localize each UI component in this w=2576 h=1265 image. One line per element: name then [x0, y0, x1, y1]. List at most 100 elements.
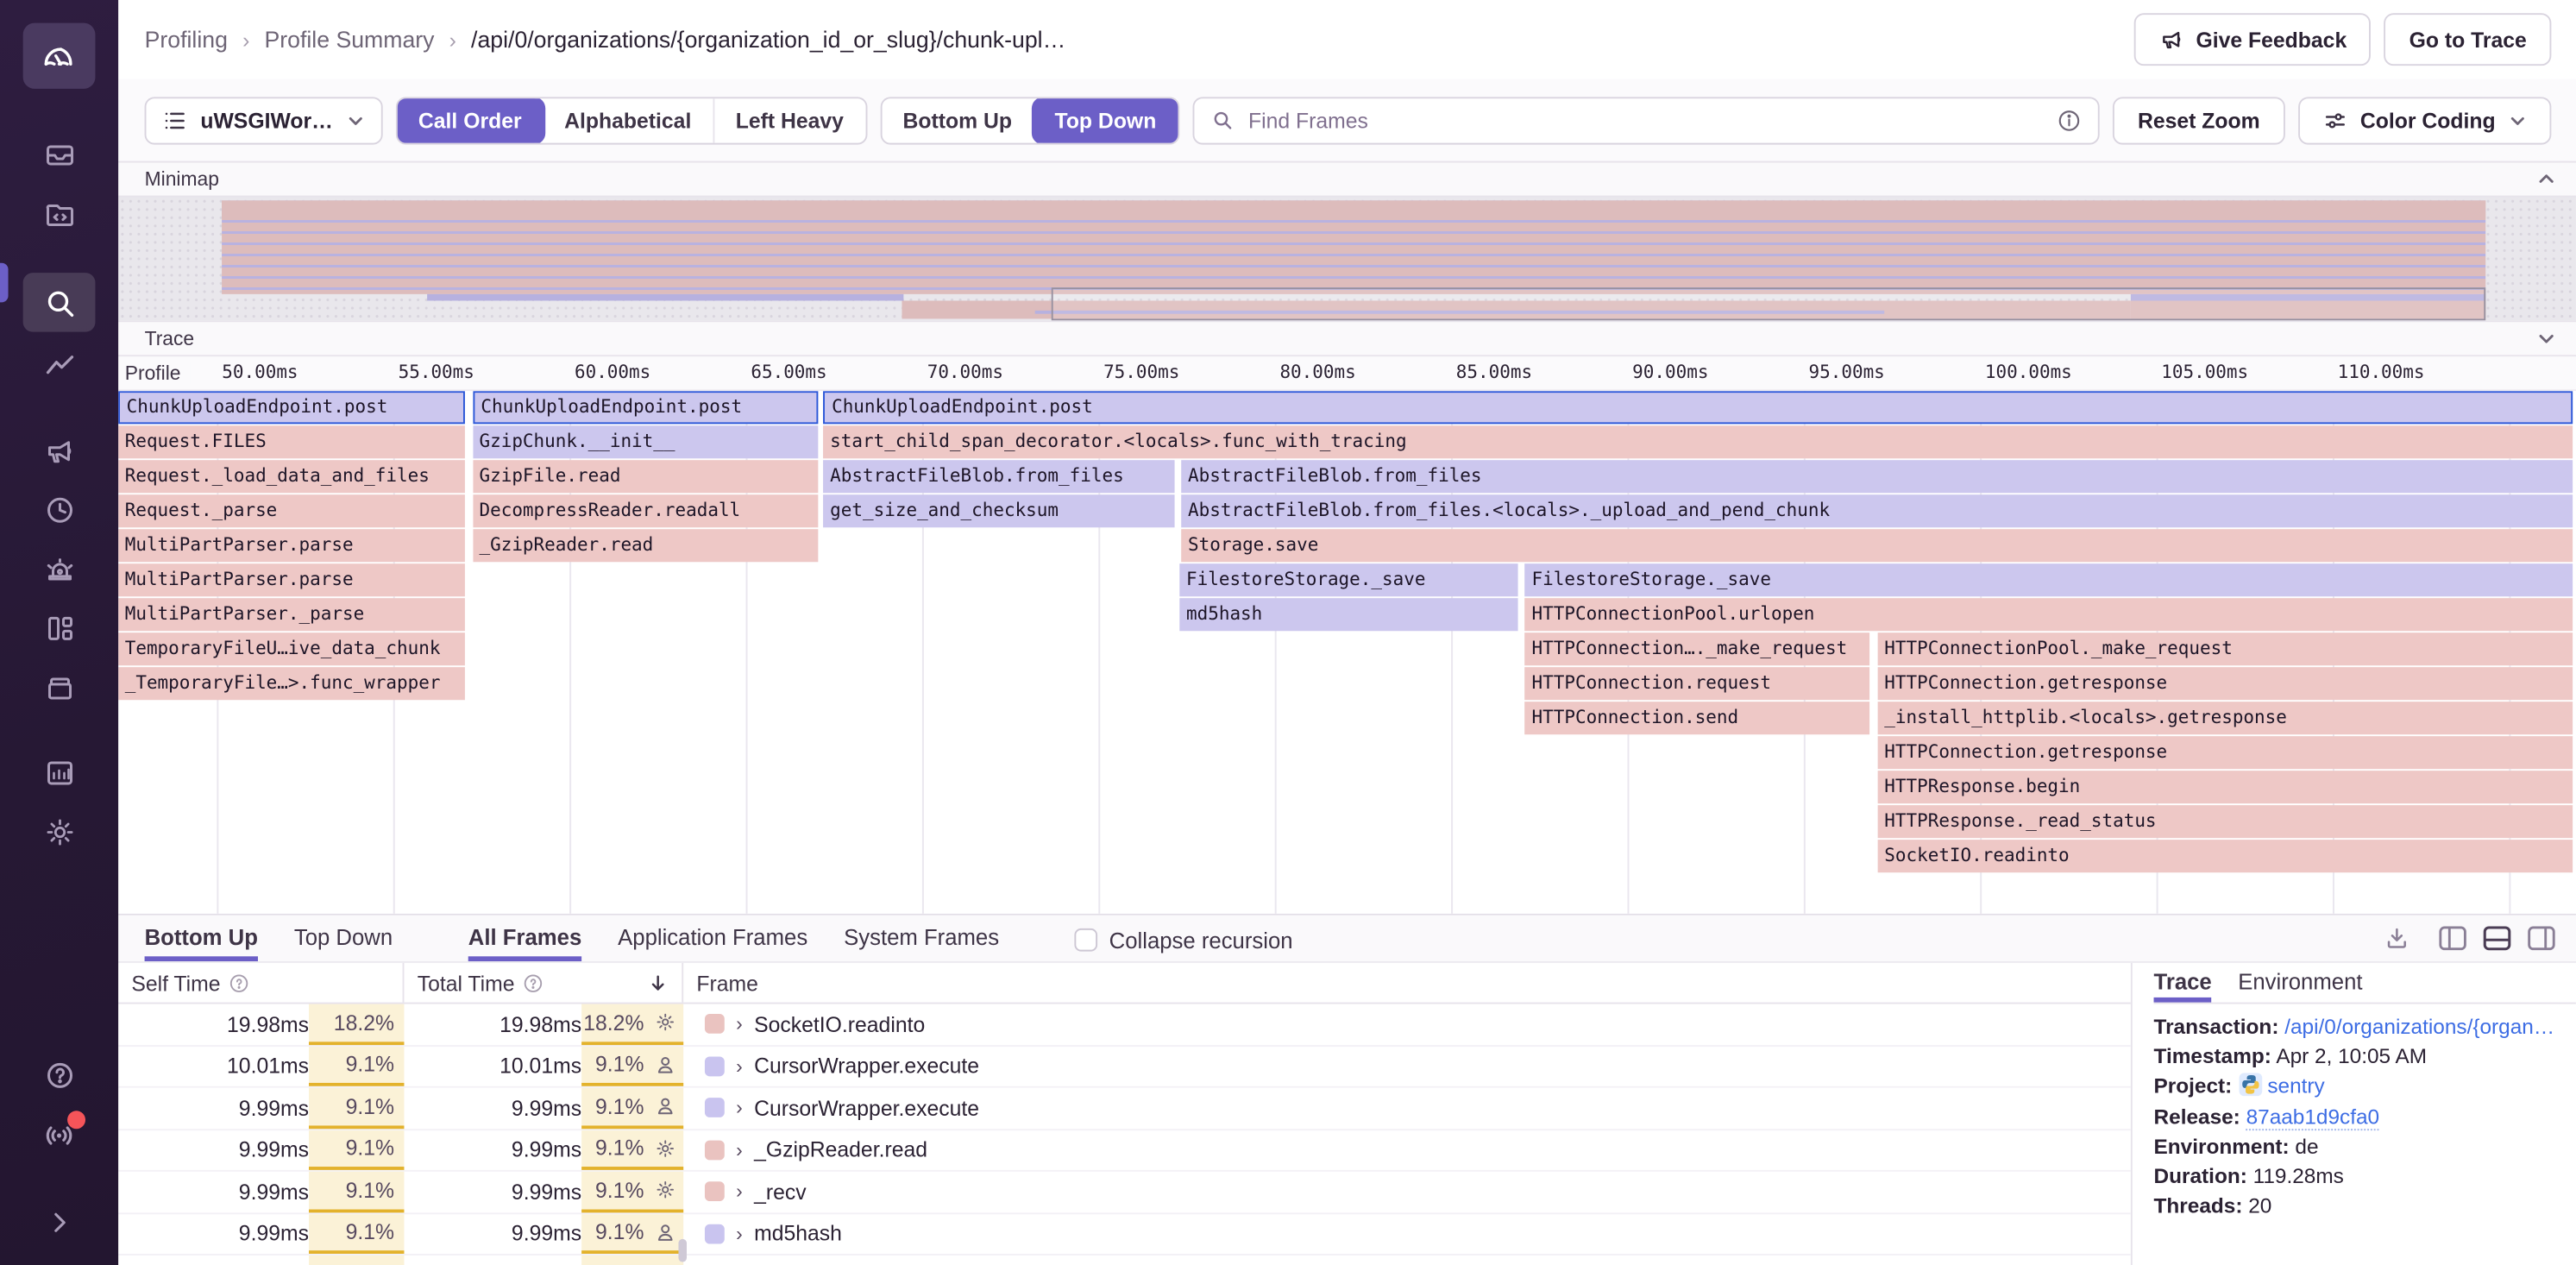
flame-frame[interactable]: AbstractFileBlob.from_files [1181, 460, 2573, 493]
expand-chevron-icon[interactable]: › [736, 1138, 743, 1161]
flame-frame[interactable]: HTTPConnection…._make_request [1525, 632, 1870, 665]
flame-frame[interactable]: ChunkUploadEndpoint.post [118, 391, 465, 424]
collapse-recursion-toggle[interactable]: Collapse recursion [1075, 916, 1293, 961]
sidebar-item-projects[interactable] [23, 187, 96, 240]
minimap[interactable] [118, 198, 2576, 321]
tab-system-frames[interactable]: System Frames [844, 916, 999, 961]
tab-all-frames[interactable]: All Frames [468, 916, 581, 961]
table-row[interactable]: 9.99ms9.1%9.99ms9.1%›_recv [118, 1172, 2131, 1214]
layout-left-panel-icon[interactable] [2438, 925, 2467, 951]
table-row[interactable] [118, 1256, 2131, 1265]
flame-frame[interactable]: start_child_span_decorator.<locals>.func… [824, 425, 2573, 458]
breadcrumb-item[interactable]: Profiling [145, 26, 228, 52]
give-feedback-button[interactable]: Give Feedback [2133, 13, 2372, 66]
flame-frame[interactable]: _GzipReader.read [473, 529, 818, 562]
sidebar-item-alerts[interactable] [23, 542, 96, 595]
flame-frame[interactable]: FilestoreStorage._save [1179, 563, 1517, 596]
sidebar-item-insights[interactable] [23, 338, 96, 391]
minimap-viewport[interactable] [1052, 287, 2485, 320]
sidebar-item-dashboards[interactable] [23, 601, 96, 654]
sentry-logo-icon[interactable] [23, 23, 96, 89]
table-row[interactable]: 9.99ms9.1%9.99ms9.1%›md5hash [118, 1213, 2131, 1256]
sidebar-item-releases[interactable] [23, 483, 96, 536]
color-coding-dropdown[interactable]: Color Coding [2297, 96, 2551, 143]
details-field-value[interactable]: 87aab1d9cfa0 [2246, 1104, 2379, 1130]
flame-frame[interactable]: AbstractFileBlob.from_files.<locals>._up… [1181, 494, 2573, 527]
details-tab-trace[interactable]: Trace [2154, 963, 2212, 1003]
flame-frame[interactable]: Request._load_data_and_files [118, 460, 465, 493]
flame-frame[interactable]: ChunkUploadEndpoint.post [473, 391, 818, 424]
direction-option-bottom-up[interactable]: Bottom Up [882, 98, 1034, 142]
flame-frame[interactable]: _install_httplib.<locals>.getresponse [1878, 702, 2573, 734]
go-to-trace-button[interactable]: Go to Trace [2384, 13, 2551, 66]
collapse-recursion-checkbox[interactable] [1075, 928, 1098, 952]
flame-frame[interactable]: MultiPartParser.parse [118, 563, 465, 596]
direction-option-top-down[interactable]: Top Down [1034, 98, 1178, 142]
expand-chevron-icon[interactable]: › [736, 1054, 743, 1078]
sidebar-item-feedback[interactable] [23, 424, 96, 476]
flame-frame[interactable]: get_size_and_checksum [824, 494, 1176, 527]
export-download-icon[interactable] [2384, 925, 2410, 951]
flame-frame[interactable]: HTTPConnection.getresponse [1878, 736, 2573, 769]
layout-right-panel-icon[interactable] [2527, 925, 2556, 951]
flame-frame[interactable]: HTTPConnection.request [1525, 667, 1870, 700]
self-time-column-header[interactable]: Self Time [118, 963, 404, 1003]
table-scrollbar[interactable] [678, 1239, 687, 1262]
info-icon[interactable] [2058, 108, 2083, 133]
flame-frame[interactable]: _TemporaryFile…>.func_wrapper [118, 667, 465, 700]
breadcrumb-item[interactable]: Profile Summary [264, 26, 434, 52]
flame-frame[interactable]: TemporaryFileU…ive_data_chunk [118, 632, 465, 665]
flame-frame[interactable]: Request.FILES [118, 425, 465, 458]
sidebar-item-explore[interactable] [23, 273, 96, 332]
chevron-up-icon[interactable] [2536, 169, 2556, 189]
flame-frame[interactable]: HTTPResponse.begin [1878, 771, 2573, 803]
reset-zoom-button[interactable]: Reset Zoom [2113, 96, 2284, 143]
flame-frame[interactable]: MultiPartParser.parse [118, 529, 465, 562]
expand-sidebar-icon[interactable] [23, 1196, 96, 1249]
tab-application-frames[interactable]: Application Frames [618, 916, 807, 961]
flame-frame[interactable]: SocketIO.readinto [1878, 840, 2573, 872]
chevron-down-icon[interactable] [2536, 329, 2556, 349]
details-field-value[interactable]: /api/0/organizations/{organ… [2284, 1014, 2554, 1039]
help-icon[interactable] [23, 1048, 96, 1101]
total-time-column-header[interactable]: Total Time [404, 963, 683, 1003]
table-row[interactable]: 9.99ms9.1%9.99ms9.1%›_GzipReader.read [118, 1130, 2131, 1172]
flame-frame[interactable]: HTTPConnection.getresponse [1878, 667, 2573, 700]
details-tab-environment[interactable]: Environment [2238, 963, 2362, 1003]
table-row[interactable]: 19.98ms18.2%19.98ms18.2%›SocketIO.readin… [118, 1004, 2131, 1047]
flame-frame[interactable]: AbstractFileBlob.from_files [824, 460, 1176, 493]
layout-bottom-panel-icon[interactable] [2482, 925, 2511, 951]
sort-option-alphabetical[interactable]: Alphabetical [543, 98, 713, 142]
sidebar-item-settings[interactable] [23, 805, 96, 858]
expand-chevron-icon[interactable]: › [736, 1097, 743, 1120]
flame-frame[interactable]: FilestoreStorage._save [1525, 563, 2573, 596]
flame-frame[interactable]: DecompressReader.readall [473, 494, 818, 527]
sidebar-item-issues[interactable] [23, 129, 96, 181]
sidebar-item-stats[interactable] [23, 746, 96, 799]
flame-frame[interactable]: HTTPConnectionPool._make_request [1878, 632, 2573, 665]
flame-frame[interactable]: GzipFile.read [473, 460, 818, 493]
tab-bottom-up[interactable]: Bottom Up [145, 916, 258, 961]
table-row[interactable]: 10.01ms9.1%10.01ms9.1%›CursorWrapper.exe… [118, 1046, 2131, 1088]
flame-frame[interactable]: Request._parse [118, 494, 465, 527]
flame-frame[interactable]: HTTPResponse._read_status [1878, 805, 2573, 838]
flame-frame[interactable]: Storage.save [1181, 529, 2573, 562]
tab-top-down[interactable]: Top Down [294, 916, 393, 961]
flame-frame[interactable]: ChunkUploadEndpoint.post [824, 391, 2573, 424]
frame-column-header[interactable]: Frame [683, 963, 2131, 1003]
flame-frame[interactable]: md5hash [1179, 598, 1517, 631]
find-frames-search[interactable] [1192, 96, 2100, 143]
flame-frame[interactable]: GzipChunk.__init__ [473, 425, 818, 458]
search-input[interactable] [1245, 106, 2045, 134]
expand-chevron-icon[interactable]: › [736, 1013, 743, 1036]
flame-frame[interactable]: HTTPConnection.send [1525, 702, 1870, 734]
expand-chevron-icon[interactable]: › [736, 1222, 743, 1245]
whats-new-broadcast-icon[interactable] [23, 1107, 96, 1160]
flamegraph[interactable]: ChunkUploadEndpoint.postChunkUploadEndpo… [118, 391, 2576, 914]
sidebar-item-discover[interactable] [23, 661, 96, 714]
flame-frame[interactable]: HTTPConnectionPool.urlopen [1525, 598, 2573, 631]
flame-frame[interactable]: MultiPartParser._parse [118, 598, 465, 631]
thread-selector-dropdown[interactable]: uWSGIWor… [145, 96, 382, 143]
sort-option-call-order[interactable]: Call Order [397, 98, 543, 142]
table-row[interactable]: 9.99ms9.1%9.99ms9.1%›CursorWrapper.execu… [118, 1088, 2131, 1130]
